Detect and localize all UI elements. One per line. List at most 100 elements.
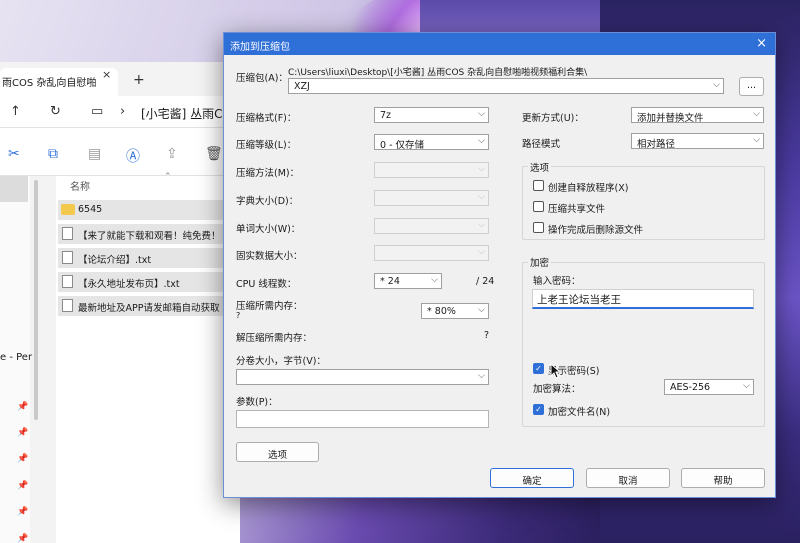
up-arrow-icon[interactable]: ↑ (10, 104, 21, 119)
cut-icon[interactable]: ✂ (8, 146, 20, 162)
explorer-tab[interactable]: 雨COS 杂乱向自慰啪 (0, 68, 118, 96)
encrypt-names-checkbox[interactable]: ✓ (533, 404, 544, 415)
text-file-icon (62, 299, 73, 312)
delete-icon[interactable]: 🗑 (205, 146, 223, 162)
word-label: 单词大小(W)： (236, 224, 301, 235)
method-select[interactable]: ⌵ (374, 162, 489, 178)
split-volume-combo[interactable]: ⌵ (236, 369, 489, 385)
list-item[interactable]: 6545 (58, 200, 238, 220)
nav-scrollbar[interactable] (34, 180, 38, 420)
chevron-down-icon: ⌵ (478, 164, 485, 174)
word-select[interactable]: ⌵ (374, 218, 489, 234)
chevron-down-icon: ⌵ (743, 381, 750, 391)
explorer-address-bar: ↑ ↻ ▭ › [小宅酱] 丛雨CO (0, 96, 240, 128)
show-password-checkbox[interactable]: ✓ (533, 363, 544, 374)
monitor-icon[interactable]: ▭ (91, 104, 103, 119)
chevron-down-icon: ⌵ (753, 135, 760, 145)
paste-icon[interactable]: ▤ (88, 146, 101, 162)
file-name: 【来了就能下载和观看！纯免费！ (78, 231, 221, 242)
update-mode-value: 添加并替换文件 (637, 113, 704, 123)
column-header-name[interactable]: 名称 (70, 178, 90, 193)
pin-icon: 📌 (17, 507, 29, 517)
encryption-method-select[interactable]: AES-256 ⌵ (664, 379, 754, 395)
pin-icon: 📌 (17, 402, 29, 412)
text-file-icon (62, 251, 73, 264)
chevron-down-icon: ⌵ (478, 136, 485, 146)
memory-unknown: ? (236, 311, 241, 320)
list-item[interactable]: 【永久地址发布页】.txt (58, 272, 238, 292)
archive-name-combo[interactable]: XZJ ⌵ (288, 78, 724, 94)
solid-select[interactable]: ⌵ (374, 245, 489, 261)
dialog-titlebar[interactable]: 添加到压缩包 × (224, 33, 775, 55)
close-icon[interactable]: × (756, 36, 767, 51)
nav-selected-item[interactable] (0, 176, 28, 202)
explorer-nav-pane: e - Per 📌 📌 📌 📌 📌 📌 (0, 176, 32, 543)
level-label: 压缩等级(L)： (236, 140, 297, 151)
file-name: 【永久地址发布页】.txt (78, 279, 180, 290)
explorer-path[interactable]: [小宅酱] 丛雨CO (141, 105, 232, 122)
password-input[interactable]: 上老王论坛当老王 (532, 289, 754, 309)
list-item[interactable]: 【来了就能下载和观看！纯免费！ (58, 224, 238, 244)
format-select[interactable]: 7z ⌵ (374, 107, 489, 123)
help-button[interactable]: 帮助 (681, 468, 765, 488)
explorer-toolbar: ✂ ⧉ ▤ Ⓐ ⇪ 🗑 (0, 128, 240, 176)
file-name: 【论坛介绍】.txt (78, 255, 152, 266)
refresh-icon[interactable]: ↻ (50, 104, 61, 119)
delete-after-label[interactable]: 操作完成后删除源文件 (548, 222, 643, 236)
file-name: 最新地址及APP请发邮箱自动获取 (78, 303, 220, 314)
sfx-label[interactable]: 创建自释放程序(X) (548, 180, 628, 194)
chevron-right-icon[interactable]: › (120, 104, 125, 119)
format-label: 压缩格式(F)： (236, 113, 297, 124)
ok-button[interactable]: 确定 (490, 468, 574, 488)
explorer-tab-title: 雨COS 杂乱向自慰啪 (2, 78, 97, 89)
path-mode-select[interactable]: 相对路径 ⌵ (631, 133, 764, 149)
encrypt-names-label[interactable]: 加密文件名(N) (548, 404, 610, 418)
new-tab-icon[interactable]: + (133, 72, 145, 88)
delete-after-checkbox[interactable] (533, 222, 544, 233)
solid-label: 固实数据大小： (236, 251, 303, 262)
nav-item-label[interactable]: e - Per (0, 352, 32, 363)
shared-files-label[interactable]: 压缩共享文件 (548, 201, 605, 215)
rename-icon[interactable]: Ⓐ (126, 146, 140, 166)
format-value: 7z (380, 110, 392, 121)
memory-usage-select[interactable]: * 80% ⌵ (421, 303, 489, 319)
file-name: 6545 (78, 204, 103, 215)
list-item[interactable]: 【论坛介绍】.txt (58, 248, 238, 268)
folder-icon (61, 204, 75, 215)
shared-files-checkbox[interactable] (533, 201, 544, 212)
dict-label: 字典大小(D)： (236, 196, 299, 207)
chevron-down-icon: ⌵ (478, 247, 485, 257)
dialog-title: 添加到压缩包 (230, 42, 290, 53)
options-button[interactable]: 选项 (236, 442, 319, 462)
copy-icon[interactable]: ⧉ (48, 146, 58, 162)
memory-value: * 80% (427, 306, 456, 317)
archive-path: C:\Users\liuxi\Desktop\[小宅酱] 丛雨COS 杂乱向自慰… (288, 68, 588, 78)
chevron-down-icon: ⌵ (478, 109, 485, 119)
update-mode-select[interactable]: 添加并替换文件 ⌵ (631, 107, 764, 123)
cpu-threads-select[interactable]: * 24 ⌵ (374, 273, 442, 289)
pin-icon: 📌 (17, 428, 29, 438)
pin-icon: 📌 (17, 481, 29, 491)
pin-icon: 📌 (17, 454, 29, 464)
explorer-file-list: ⌃ 名称 6545 【来了就能下载和观看！纯免费！ 【论坛介绍】.txt 【永久… (56, 172, 240, 543)
list-item[interactable]: 最新地址及APP请发邮箱自动获取 (58, 296, 238, 316)
decompress-memory-value: ? (484, 330, 490, 341)
browse-button[interactable]: ... (739, 77, 764, 96)
dict-select[interactable]: ⌵ (374, 190, 489, 206)
params-input[interactable] (236, 410, 489, 428)
split-volume-label: 分卷大小，字节(V)： (236, 356, 326, 367)
level-select[interactable]: 0 - 仅存储 ⌵ (374, 134, 489, 150)
decompress-memory-label: 解压缩所需内存： (236, 333, 313, 344)
options-group-title: 选项 (528, 160, 552, 174)
chevron-down-icon: ⌵ (478, 192, 485, 202)
pin-icon: 📌 (17, 534, 29, 543)
sfx-checkbox[interactable] (533, 180, 544, 191)
update-mode-label: 更新方式(U)： (522, 113, 584, 124)
password-label: 输入密码： (533, 276, 581, 287)
cancel-button[interactable]: 取消 (586, 468, 670, 488)
tab-close-icon[interactable]: × (102, 68, 111, 81)
share-icon[interactable]: ⇪ (166, 146, 178, 162)
path-mode-label: 路径模式 (522, 139, 561, 150)
memory-label: 压缩所需内存： (236, 301, 303, 312)
method-label: 压缩方法(M)： (236, 168, 300, 179)
